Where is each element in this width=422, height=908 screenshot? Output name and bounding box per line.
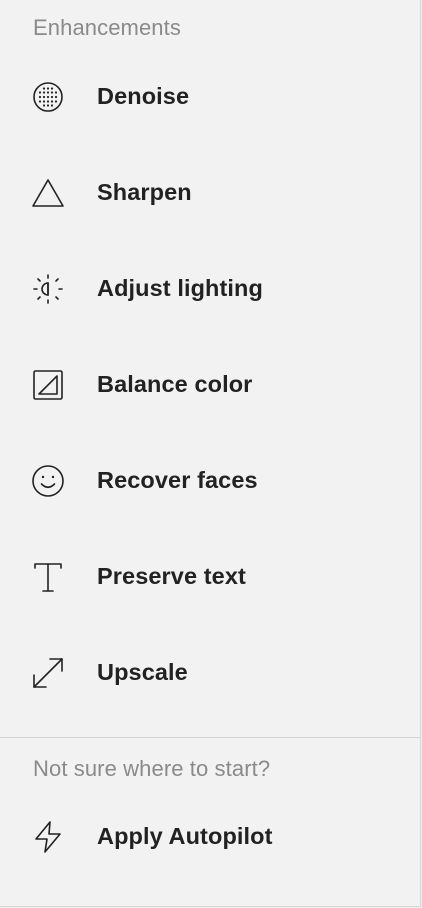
menu-item-label: Balance color — [97, 370, 253, 397]
triangle-icon — [31, 176, 65, 210]
enhancements-heading: Enhancements — [33, 15, 181, 40]
menu-item-label: Apply Autopilot — [97, 822, 273, 849]
light-icon — [31, 272, 65, 306]
lightning-icon — [31, 820, 65, 854]
menu-item-label: Recover faces — [97, 466, 258, 493]
menu-item-denoise[interactable]: Denoise — [0, 49, 420, 145]
enhancements-panel: Enhancements Denoise Sharpen Adjust ligh… — [0, 0, 421, 907]
menu-item-label: Upscale — [97, 658, 188, 685]
text-t-icon — [31, 560, 65, 594]
section-divider — [0, 737, 420, 738]
apply-autopilot-button[interactable]: Apply Autopilot — [0, 789, 420, 885]
menu-item-label: Denoise — [97, 82, 190, 109]
autopilot-heading: Not sure where to start? — [33, 756, 271, 781]
menu-item-sharpen[interactable]: Sharpen — [0, 145, 420, 241]
denoise-grid-icon — [31, 80, 65, 114]
menu-item-label: Sharpen — [97, 178, 192, 205]
color-square-icon — [31, 368, 65, 402]
expand-arrows-icon — [31, 656, 65, 690]
menu-item-adjust-lighting[interactable]: Adjust lighting — [0, 241, 420, 337]
menu-item-balance-color[interactable]: Balance color — [0, 337, 420, 433]
menu-item-recover-faces[interactable]: Recover faces — [0, 433, 420, 529]
smiley-icon — [31, 464, 65, 498]
menu-item-label: Adjust lighting — [97, 274, 263, 301]
menu-item-label: Preserve text — [97, 562, 246, 589]
menu-item-preserve-text[interactable]: Preserve text — [0, 529, 420, 625]
menu-item-upscale[interactable]: Upscale — [0, 625, 420, 721]
